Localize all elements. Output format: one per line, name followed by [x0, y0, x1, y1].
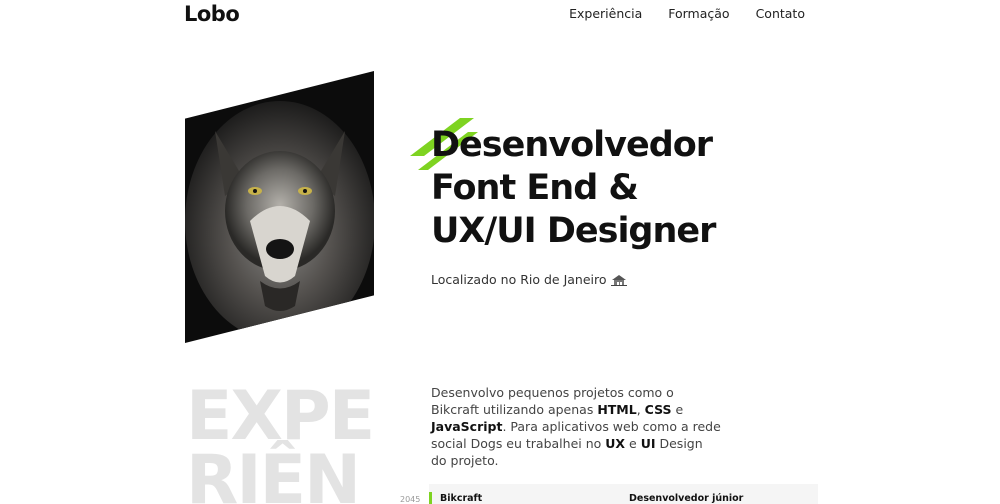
- experience-year: 2045: [400, 495, 421, 504]
- nav-link-formacao[interactable]: Formação: [668, 6, 729, 21]
- headline-line-2: Font End &: [431, 168, 639, 208]
- experience-row: [429, 484, 818, 504]
- skill-css: CSS: [644, 402, 672, 417]
- skill-ui: UI: [640, 436, 656, 451]
- site-logo[interactable]: Lobo: [184, 2, 240, 26]
- about-text: Desenvolvo pequenos projetos como o Bikc…: [431, 385, 721, 468]
- site-header: Lobo Experiência Formação Contato: [0, 0, 1000, 30]
- hero-headline: Desenvolvedor Font End & UX/UI Designer: [431, 124, 716, 253]
- location-text: Localizado no Rio de Janeiro: [431, 272, 627, 287]
- experience-heading: EXPE RIÊN: [186, 377, 375, 504]
- skill-html: HTML: [597, 402, 637, 417]
- headline-line-1: Desenvolvedor: [431, 125, 713, 165]
- skill-javascript: JavaScript: [431, 419, 503, 434]
- nav-link-experiencia[interactable]: Experiência: [569, 6, 642, 21]
- location-label: Localizado no Rio de Janeiro: [431, 272, 607, 287]
- experience-company: Bikcraft: [440, 493, 483, 504]
- wolf-photo: [185, 71, 374, 343]
- headline-line-3: UX/UI Designer: [431, 211, 716, 251]
- experience-role: Desenvolvedor júnior: [629, 493, 744, 504]
- main-nav: Experiência Formação Contato: [569, 6, 805, 21]
- house-icon: [610, 274, 627, 286]
- experience-row-marker: [429, 492, 432, 504]
- nav-link-contato[interactable]: Contato: [756, 6, 805, 21]
- skill-ux: UX: [605, 436, 626, 451]
